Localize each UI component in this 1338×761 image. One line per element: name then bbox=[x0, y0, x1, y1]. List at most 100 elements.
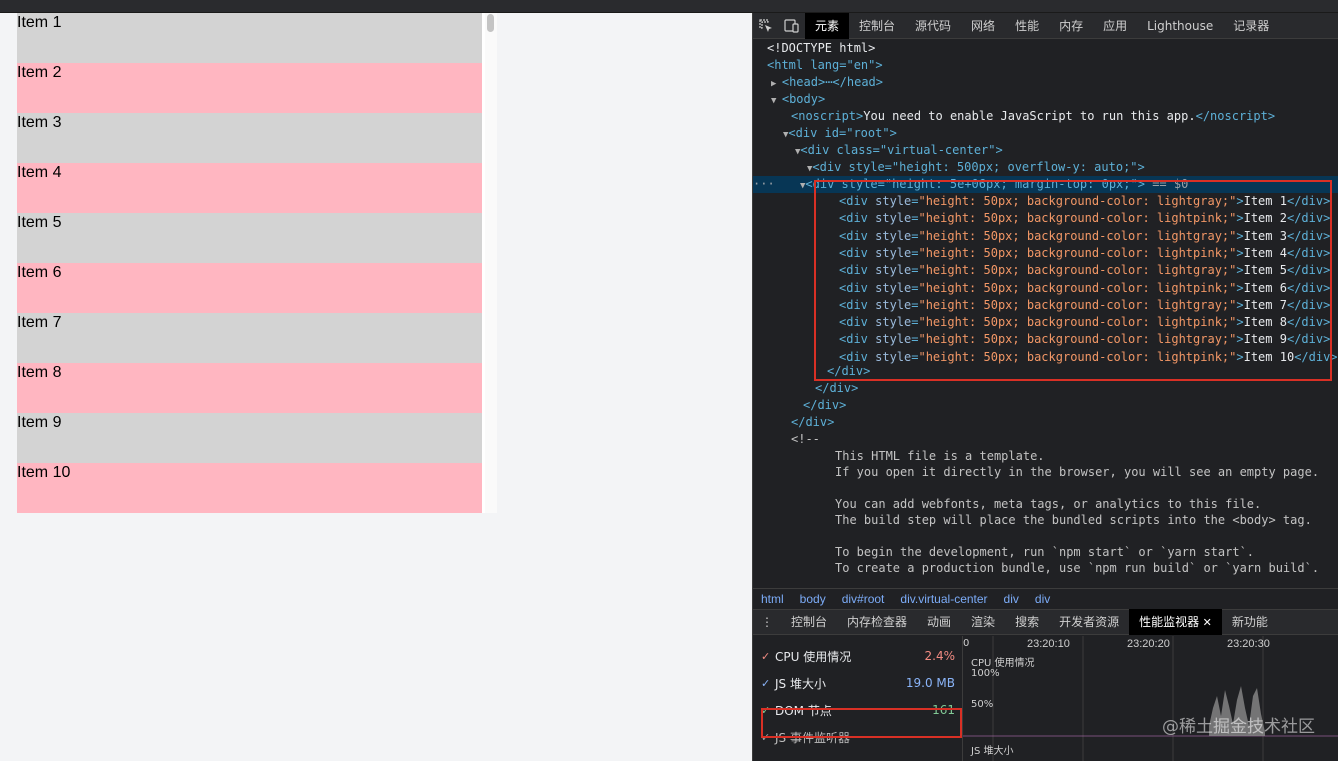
comment-line: This HTML file is a template. bbox=[835, 449, 1045, 463]
devtools-tab[interactable]: 记录器 bbox=[1223, 13, 1279, 39]
drawer-tab[interactable]: 动画 bbox=[917, 609, 961, 635]
device-toolbar-icon[interactable] bbox=[779, 13, 805, 39]
highlight-box-dom-children bbox=[814, 180, 1332, 381]
noscript-text: You need to enable JavaScript to run thi… bbox=[863, 109, 1196, 123]
devtools-tab-bar: 元素 控制台 源代码 网络 性能 内存 应用 Lighthouse 记录器 bbox=[753, 13, 1338, 39]
list-item: Item 2 bbox=[17, 63, 482, 113]
time-label: 23:20:20 bbox=[1127, 638, 1170, 650]
drawer-tab-label: 渲染 bbox=[971, 615, 996, 629]
drawer-tab-label: 性能监视器 bbox=[1139, 615, 1200, 629]
devtools-tab[interactable]: 网络 bbox=[961, 13, 1005, 39]
noscript-line[interactable]: <noscript>You need to enable JavaScript … bbox=[791, 108, 1338, 125]
inspect-element-icon[interactable] bbox=[753, 13, 779, 39]
checkmark-icon[interactable]: ✓ bbox=[761, 650, 775, 663]
metric-value: 19.0 MB bbox=[905, 676, 955, 690]
browser-top-bar bbox=[0, 0, 1338, 13]
drawer-tab[interactable]: 渲染 bbox=[961, 609, 1005, 635]
pct-100-label: 100% bbox=[971, 668, 1000, 679]
virtual-list-scroller[interactable]: Item 1 Item 2 Item 3 Item 4 Item 5 Item 6 Item… bbox=[17, 13, 497, 513]
drawer-tab-label: 新功能 bbox=[1231, 615, 1268, 629]
list-item: Item 6 bbox=[17, 263, 482, 313]
root-open-tag: <div id="root"> bbox=[788, 126, 897, 140]
close-div-line: </div> bbox=[803, 398, 847, 412]
vertical-scrollbar[interactable] bbox=[485, 13, 497, 513]
heap-graph-label: JS 堆大小 bbox=[971, 746, 1014, 757]
devtools-tab[interactable]: 应用 bbox=[1093, 13, 1137, 39]
breadcrumb-item[interactable]: div bbox=[1027, 592, 1058, 606]
metric-label: CPU 使用情况 bbox=[775, 649, 852, 664]
drawer-tab-label: 动画 bbox=[927, 615, 952, 629]
metric-value: 2.4% bbox=[924, 649, 956, 663]
drawer-tab[interactable]: 控制台 bbox=[781, 609, 837, 635]
comment-line: To begin the development, run `npm start… bbox=[835, 545, 1255, 559]
html-open-line[interactable]: <html lang="en"> bbox=[767, 57, 1338, 74]
list-item: Item 3 bbox=[17, 113, 482, 163]
doctype-text: <!DOCTYPE html> bbox=[767, 41, 876, 55]
list-item: Item 9 bbox=[17, 413, 482, 463]
drawer-tab-label: 搜索 bbox=[1015, 615, 1040, 629]
breadcrumb-item[interactable]: html bbox=[753, 592, 792, 606]
comment-line bbox=[835, 528, 1338, 545]
time-label: 23:20:10 bbox=[1027, 638, 1070, 650]
breadcrumb-item[interactable]: div.virtual-center bbox=[892, 592, 995, 606]
scroll-div-open-tag: <div style="height: 500px; overflow-y: a… bbox=[812, 160, 1145, 174]
devtools-tab[interactable]: 元素 bbox=[805, 13, 850, 39]
close-div-line: </div> bbox=[815, 381, 859, 395]
devtools-tab[interactable]: Lighthouse bbox=[1137, 13, 1223, 39]
collapse-triangle-icon[interactable]: ▼ bbox=[771, 96, 782, 106]
rendered-page: Item 1 Item 2 Item 3 Item 4 Item 5 Item 6 Item… bbox=[0, 13, 752, 761]
breadcrumb-item[interactable]: div#root bbox=[834, 592, 893, 606]
close-icon[interactable]: ✕ bbox=[1199, 616, 1212, 629]
devtools-tab[interactable]: 内存 bbox=[1049, 13, 1093, 39]
list-item: Item 1 bbox=[17, 13, 482, 63]
comment-line: The build step will place the bundled sc… bbox=[835, 513, 1312, 527]
item-list: Item 1 Item 2 Item 3 Item 4 Item 5 Item 6 Item… bbox=[17, 13, 497, 513]
list-item: Item 8 bbox=[17, 363, 482, 413]
breadcrumb-item[interactable]: body bbox=[792, 592, 834, 606]
drawer-tab[interactable]: 性能监视器 ✕ bbox=[1129, 609, 1222, 635]
comment-line: To create a production bundle, use `npm … bbox=[835, 561, 1320, 575]
graph-left-tick: 0 bbox=[963, 638, 970, 649]
drawer-menu-icon[interactable]: ⋮ bbox=[753, 609, 781, 635]
virtual-center-open-line[interactable]: ▼<div class="virtual-center"> bbox=[795, 142, 1338, 159]
body-open-tag: <body> bbox=[781, 92, 826, 106]
comment-open-line[interactable]: <!-- bbox=[791, 431, 1338, 448]
more-dots-icon[interactable]: ··· bbox=[753, 177, 789, 191]
drawer-tab[interactable]: 新功能 bbox=[1222, 609, 1278, 635]
root-open-line[interactable]: ▼<div id="root"> bbox=[783, 125, 1338, 142]
devtools-tab[interactable]: 控制台 bbox=[849, 13, 905, 39]
metric-row[interactable]: ✓ JS 堆大小 19.0 MB bbox=[761, 671, 961, 695]
performance-graph: 0 23:20:10 23:20:20 23:20:30 CPU 使用情况 10… bbox=[963, 636, 1338, 761]
breadcrumb-item[interactable]: div bbox=[996, 592, 1027, 606]
list-item: Item 7 bbox=[17, 313, 482, 363]
list-item: Item 4 bbox=[17, 163, 482, 213]
devtools-tab[interactable]: 性能 bbox=[1005, 13, 1049, 39]
drawer-tab[interactable]: 搜索 bbox=[1005, 609, 1049, 635]
drawer-tab-label: 开发者资源 bbox=[1059, 615, 1120, 629]
body-open-line[interactable]: ▼ <body> bbox=[771, 91, 1338, 108]
devtools-tab[interactable]: 源代码 bbox=[905, 13, 961, 39]
devtools-panel: 元素 控制台 源代码 网络 性能 内存 应用 Lighthouse 记录器 <!DOCTYPE … bbox=[752, 13, 1338, 761]
comment-line bbox=[835, 480, 1338, 497]
scrollbar-thumb[interactable] bbox=[487, 14, 494, 32]
checkmark-icon[interactable]: ✓ bbox=[761, 677, 775, 690]
pct-50-label: 50% bbox=[971, 699, 994, 710]
time-label: 23:20:30 bbox=[1227, 638, 1270, 650]
comment-line: If you open it directly in the browser, … bbox=[835, 465, 1320, 479]
scroll-div-open-line[interactable]: ▼<div style="height: 500px; overflow-y: … bbox=[807, 159, 1338, 176]
drawer-tab[interactable]: 内存检查器 bbox=[837, 609, 917, 635]
drawer-tab[interactable]: 开发者资源 bbox=[1049, 609, 1129, 635]
head-line[interactable]: ▶ <head>⋯</head> bbox=[771, 74, 1338, 91]
collapse-triangle-icon[interactable]: ▼ bbox=[789, 181, 805, 191]
list-item: Item 10 bbox=[17, 463, 482, 513]
expand-triangle-icon[interactable]: ▶ bbox=[771, 79, 782, 89]
breadcrumb: html body div#root div.virtual-center div div bbox=[753, 588, 1338, 608]
doctype-line[interactable]: <!DOCTYPE html> bbox=[767, 40, 1338, 57]
close-div-line: </div> bbox=[791, 415, 835, 429]
virtual-center-open-tag: <div class="virtual-center"> bbox=[800, 143, 1003, 157]
head-tag: <head>⋯</head> bbox=[781, 75, 883, 89]
metric-label: JS 堆大小 bbox=[775, 676, 826, 691]
list-item: Item 5 bbox=[17, 213, 482, 263]
metric-row[interactable]: ✓ CPU 使用情况 2.4% bbox=[761, 644, 961, 668]
highlight-box-dom-nodes bbox=[761, 708, 962, 738]
